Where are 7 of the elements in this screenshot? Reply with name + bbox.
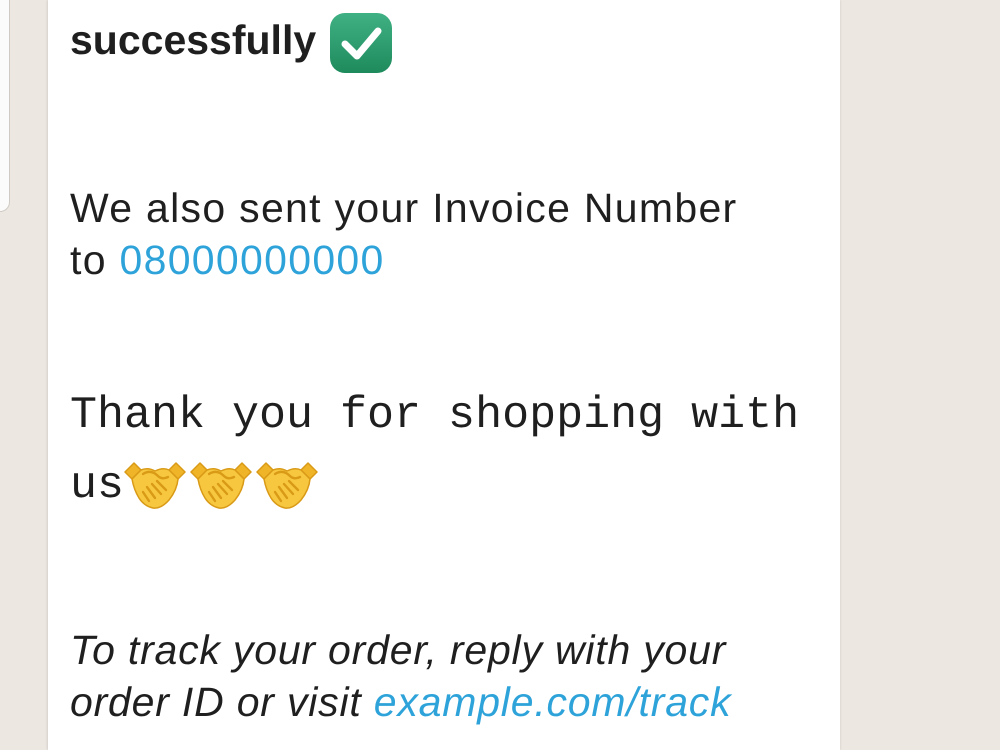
message-text: We also sent your Invoice Number to 08000000000 — [70, 184, 739, 285]
message-text: To track your order, reply with your order ID or visit example.com/track — [70, 626, 733, 727]
message-text: successfully — [70, 14, 818, 66]
message-text: Thank you for shopping with us — [70, 389, 800, 514]
check-mark-icon — [330, 13, 392, 74]
message-link[interactable]: example.com/track — [374, 679, 732, 725]
message-link[interactable]: 08000000000 — [120, 237, 385, 283]
